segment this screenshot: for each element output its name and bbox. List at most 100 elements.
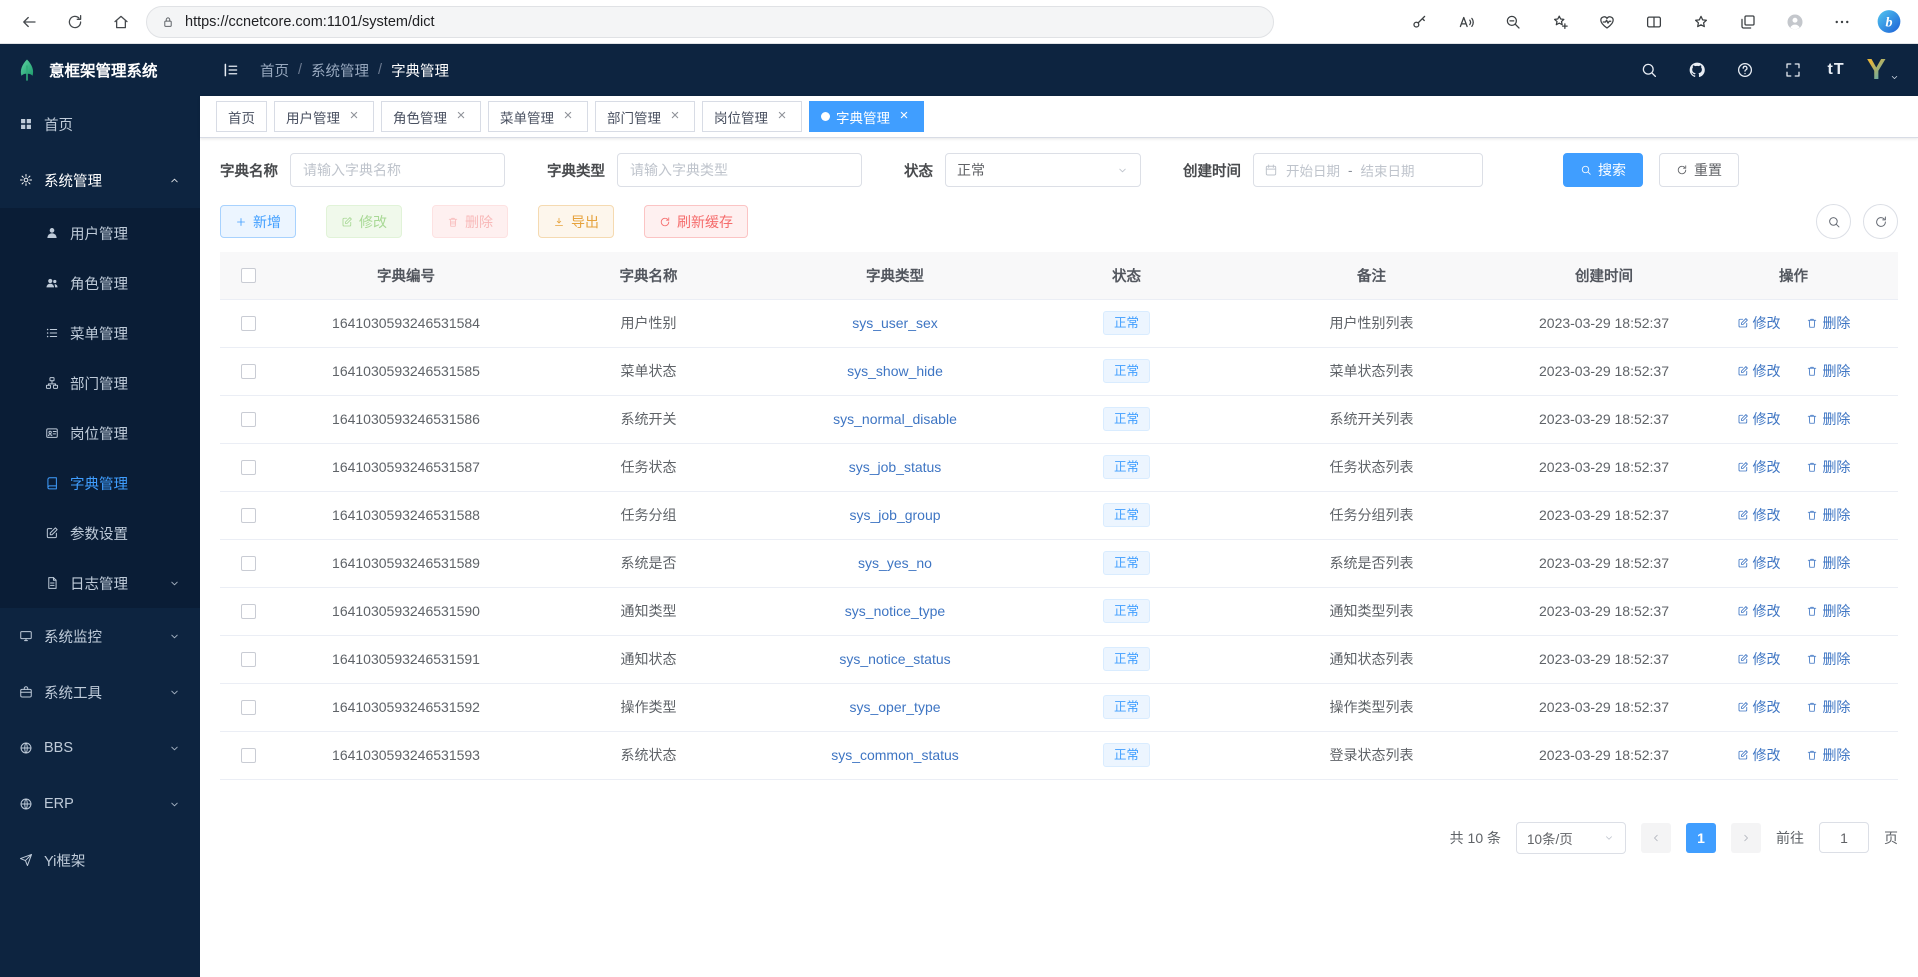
select-all-checkbox[interactable]: [241, 268, 256, 283]
dict-type-link[interactable]: sys_notice_status: [839, 651, 950, 667]
row-delete-button[interactable]: 删除: [1806, 649, 1850, 669]
goto-page-input[interactable]: [1819, 822, 1869, 853]
next-page-button[interactable]: [1731, 823, 1761, 853]
close-icon[interactable]: ×: [453, 109, 469, 125]
dict-type-link[interactable]: sys_oper_type: [849, 699, 940, 715]
row-edit-button[interactable]: 修改: [1737, 409, 1781, 429]
github-icon[interactable]: [1684, 57, 1710, 83]
date-range-picker[interactable]: 开始日期 - 结束日期: [1253, 153, 1483, 187]
row-delete-button[interactable]: 删除: [1806, 505, 1850, 525]
reload-icon[interactable]: [62, 9, 88, 35]
add-favorite-icon[interactable]: [1547, 9, 1573, 35]
tab-user-mgmt[interactable]: 用户管理×: [274, 101, 374, 132]
page-size-select[interactable]: 10条/页: [1516, 822, 1626, 854]
reset-button[interactable]: 重置: [1659, 153, 1739, 187]
browser-essentials-icon[interactable]: [1594, 9, 1620, 35]
delete-button[interactable]: 删除: [432, 205, 508, 238]
dict-type-input[interactable]: [617, 153, 862, 187]
row-delete-button[interactable]: 删除: [1806, 361, 1850, 381]
row-checkbox[interactable]: [241, 748, 256, 763]
tab-role-mgmt[interactable]: 角色管理×: [381, 101, 481, 132]
fullscreen-icon[interactable]: [1780, 57, 1806, 83]
tab-home[interactable]: 首页: [216, 101, 267, 132]
sidebar-item-yi-framework[interactable]: Yi框架: [0, 832, 200, 888]
dict-type-link[interactable]: sys_common_status: [831, 747, 959, 763]
prev-page-button[interactable]: [1641, 823, 1671, 853]
sidebar-item-system-tools[interactable]: 系统工具: [0, 664, 200, 720]
sidebar-item-erp[interactable]: ERP: [0, 776, 200, 832]
refresh-table-button[interactable]: [1863, 204, 1898, 239]
close-icon[interactable]: ×: [346, 109, 362, 125]
search-icon[interactable]: [1636, 57, 1662, 83]
sidebar-item-role-mgmt[interactable]: 角色管理: [0, 258, 200, 308]
read-aloud-icon[interactable]: [1453, 9, 1479, 35]
close-icon[interactable]: ×: [896, 109, 912, 125]
row-edit-button[interactable]: 修改: [1737, 457, 1781, 477]
app-logo[interactable]: 意框架管理系统: [0, 44, 200, 96]
user-menu[interactable]: Y: [1867, 56, 1900, 85]
split-screen-icon[interactable]: [1641, 9, 1667, 35]
profile-avatar[interactable]: [1782, 9, 1808, 35]
row-delete-button[interactable]: 删除: [1806, 601, 1850, 621]
row-delete-button[interactable]: 删除: [1806, 745, 1850, 765]
edit-button[interactable]: 修改: [326, 205, 402, 238]
row-edit-button[interactable]: 修改: [1737, 745, 1781, 765]
key-icon[interactable]: [1406, 9, 1432, 35]
sidebar-item-dept-mgmt[interactable]: 部门管理: [0, 358, 200, 408]
back-icon[interactable]: [16, 9, 42, 35]
dict-type-link[interactable]: sys_yes_no: [858, 555, 932, 571]
tab-post-mgmt[interactable]: 岗位管理×: [702, 101, 802, 132]
row-checkbox[interactable]: [241, 508, 256, 523]
sidebar-collapse-icon[interactable]: [218, 57, 244, 83]
row-checkbox[interactable]: [241, 412, 256, 427]
sidebar-item-menu-mgmt[interactable]: 菜单管理: [0, 308, 200, 358]
row-checkbox[interactable]: [241, 652, 256, 667]
breadcrumb-system-mgmt[interactable]: 系统管理: [311, 60, 369, 81]
page-number-1[interactable]: 1: [1686, 823, 1716, 853]
sidebar-item-system-monitor[interactable]: 系统监控: [0, 608, 200, 664]
sidebar-item-post-mgmt[interactable]: 岗位管理: [0, 408, 200, 458]
row-delete-button[interactable]: 删除: [1806, 313, 1850, 333]
row-edit-button[interactable]: 修改: [1737, 361, 1781, 381]
dict-type-link[interactable]: sys_notice_type: [845, 603, 945, 619]
sidebar-item-home[interactable]: 首页: [0, 96, 200, 152]
sidebar-item-param-settings[interactable]: 参数设置: [0, 508, 200, 558]
add-button[interactable]: 新增: [220, 205, 296, 238]
tab-dict-mgmt[interactable]: 字典管理×: [809, 101, 924, 132]
row-checkbox[interactable]: [241, 316, 256, 331]
favorites-icon[interactable]: [1688, 9, 1714, 35]
row-checkbox[interactable]: [241, 460, 256, 475]
row-edit-button[interactable]: 修改: [1737, 553, 1781, 573]
row-edit-button[interactable]: 修改: [1737, 313, 1781, 333]
row-edit-button[interactable]: 修改: [1737, 649, 1781, 669]
zoom-out-icon[interactable]: [1500, 9, 1526, 35]
more-icon[interactable]: [1829, 9, 1855, 35]
row-delete-button[interactable]: 删除: [1806, 409, 1850, 429]
sidebar-item-system-mgmt[interactable]: 系统管理: [0, 152, 200, 208]
url-text[interactable]: https://ccnetcore.com:1101/system/dict: [185, 14, 435, 30]
row-delete-button[interactable]: 删除: [1806, 697, 1850, 717]
row-checkbox[interactable]: [241, 364, 256, 379]
dict-type-link[interactable]: sys_job_status: [849, 459, 942, 475]
close-icon[interactable]: ×: [667, 109, 683, 125]
sidebar-item-dict-mgmt[interactable]: 字典管理: [0, 458, 200, 508]
home-icon[interactable]: [108, 9, 134, 35]
copilot-icon[interactable]: b: [1876, 9, 1902, 35]
refresh-cache-button[interactable]: 刷新缓存: [644, 205, 748, 238]
address-bar[interactable]: https://ccnetcore.com:1101/system/dict: [146, 6, 1274, 38]
collections-icon[interactable]: [1735, 9, 1761, 35]
dict-type-link[interactable]: sys_normal_disable: [833, 411, 957, 427]
row-edit-button[interactable]: 修改: [1737, 697, 1781, 717]
tab-menu-mgmt[interactable]: 菜单管理×: [488, 101, 588, 132]
breadcrumb-home[interactable]: 首页: [260, 60, 289, 81]
close-icon[interactable]: ×: [774, 109, 790, 125]
row-edit-button[interactable]: 修改: [1737, 505, 1781, 525]
row-checkbox[interactable]: [241, 556, 256, 571]
dict-name-input[interactable]: [290, 153, 505, 187]
dict-type-link[interactable]: sys_show_hide: [847, 363, 943, 379]
row-delete-button[interactable]: 删除: [1806, 457, 1850, 477]
search-button[interactable]: 搜索: [1563, 153, 1643, 187]
sidebar-item-user-mgmt[interactable]: 用户管理: [0, 208, 200, 258]
help-icon[interactable]: [1732, 57, 1758, 83]
tab-dept-mgmt[interactable]: 部门管理×: [595, 101, 695, 132]
